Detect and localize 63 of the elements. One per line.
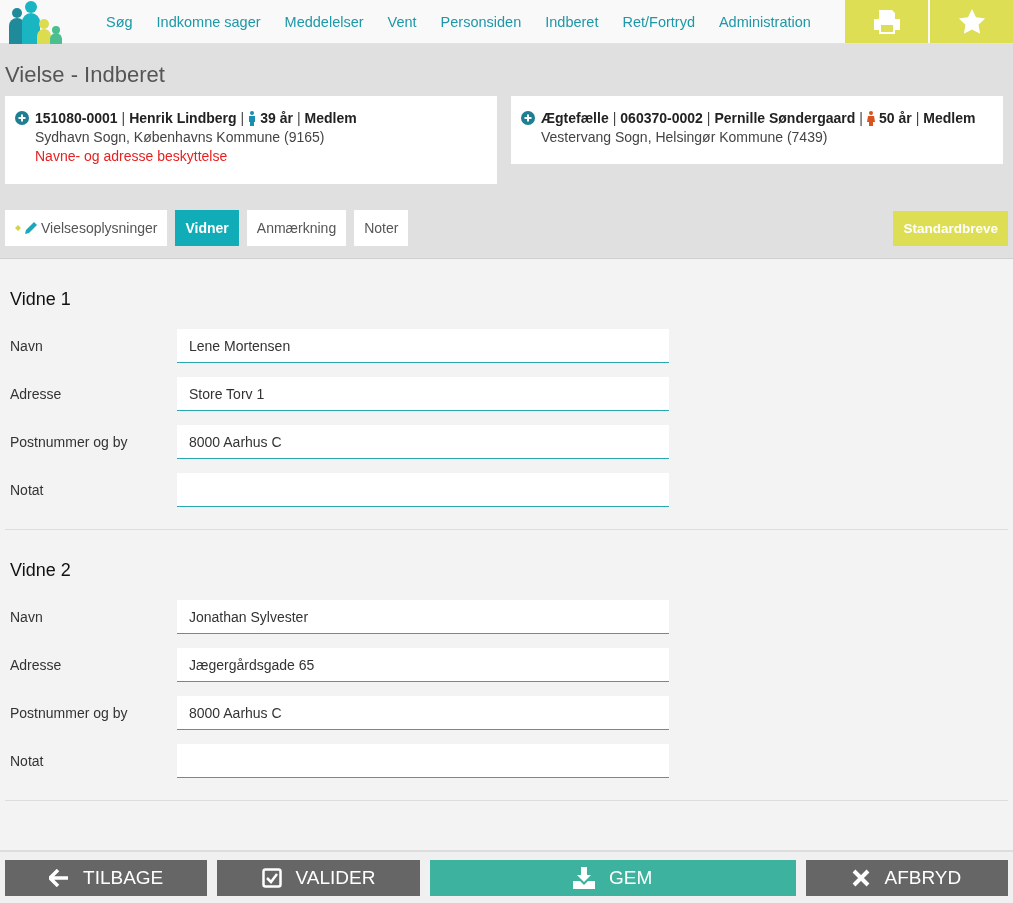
person-detail: Medlem (304, 110, 357, 126)
person-detail: 39 år (260, 110, 293, 126)
address-text: Sydhavn Sogn, Københavns Kommune (9165) (34, 129, 326, 145)
input-field[interactable]: 8000 Aarhus C (177, 425, 669, 459)
input-field[interactable] (177, 744, 669, 778)
nav-link[interactable]: Søg (94, 13, 145, 30)
person-detail: 060370-0002 (620, 110, 703, 126)
validate-button[interactable]: VALIDER (217, 860, 420, 896)
input-field[interactable] (177, 473, 669, 507)
separator-text: | (859, 110, 863, 126)
page-title: Vielse - Indberet (5, 61, 166, 89)
input-field[interactable]: Store Torv 1 (177, 377, 669, 411)
input-field[interactable]: Jonathan Sylvester (177, 600, 669, 634)
separator-text: | (121, 110, 126, 126)
person-detail: Henrik Lindberg (129, 110, 237, 126)
man-icon (248, 110, 257, 126)
field-label: Adresse (10, 657, 63, 673)
field-label: Notat (10, 753, 45, 769)
field-label: Navn (10, 609, 44, 625)
printer-icon (871, 7, 902, 36)
cancel-button[interactable]: AFBRYD (805, 860, 1008, 896)
favorite-button[interactable] (930, 0, 1013, 43)
person-detail: Medlem (923, 110, 976, 126)
person-detail: 151080-0001 (35, 110, 118, 126)
input-field[interactable]: 8000 Aarhus C (177, 696, 669, 730)
woman-icon (866, 110, 875, 126)
checkbox-icon (261, 868, 282, 888)
nav-link[interactable]: Vent (375, 13, 429, 30)
separator-text: | (915, 110, 920, 126)
separator-text: | (240, 110, 245, 126)
nav-link[interactable]: Personsiden (428, 13, 534, 30)
print-button[interactable] (845, 0, 928, 43)
expand-icon[interactable] (15, 111, 29, 125)
protection-warning: Navne- og adresse beskyttelse (34, 148, 229, 164)
field-label: Notat (10, 482, 45, 498)
field-label: Adresse (10, 386, 63, 402)
person-detail: 50 år (878, 110, 912, 126)
person-detail: Ægtefælle (541, 110, 609, 126)
separator-text: | (612, 110, 617, 126)
expand-icon[interactable] (521, 111, 535, 125)
download-icon (573, 867, 595, 889)
separator-text: | (706, 110, 711, 126)
arrow-left-icon (49, 869, 70, 887)
person-detail: Pernille Søndergaard (714, 110, 856, 126)
nav-link[interactable]: Ret/Fortryd (610, 13, 707, 30)
close-icon (852, 869, 871, 887)
field-label: Navn (10, 338, 44, 354)
field-label: Postnummer og by (10, 434, 129, 450)
back-button[interactable]: TILBAGE (5, 860, 208, 896)
nav-link[interactable]: Meddelelser (272, 13, 376, 30)
separator-text: | (296, 110, 301, 126)
section-heading: Vidne 2 (10, 560, 72, 581)
nav-link[interactable]: Indberet (533, 13, 611, 30)
tab[interactable]: Vielsesoplysninger (5, 210, 168, 246)
address-text: Vestervang Sogn, Helsingør Kommune (7439) (540, 129, 829, 145)
section-heading: Vidne 1 (10, 289, 72, 310)
nav-link[interactable]: Indkomne sager (144, 13, 273, 30)
field-label: Postnummer og by (10, 705, 129, 721)
input-field[interactable]: Jægergårdsgade 65 (177, 648, 669, 682)
nav-link[interactable]: Administration (706, 13, 823, 30)
input-field[interactable]: Lene Mortensen (177, 329, 669, 363)
tab[interactable]: Noter (354, 210, 409, 246)
tab[interactable]: Anmærkning (246, 210, 347, 246)
